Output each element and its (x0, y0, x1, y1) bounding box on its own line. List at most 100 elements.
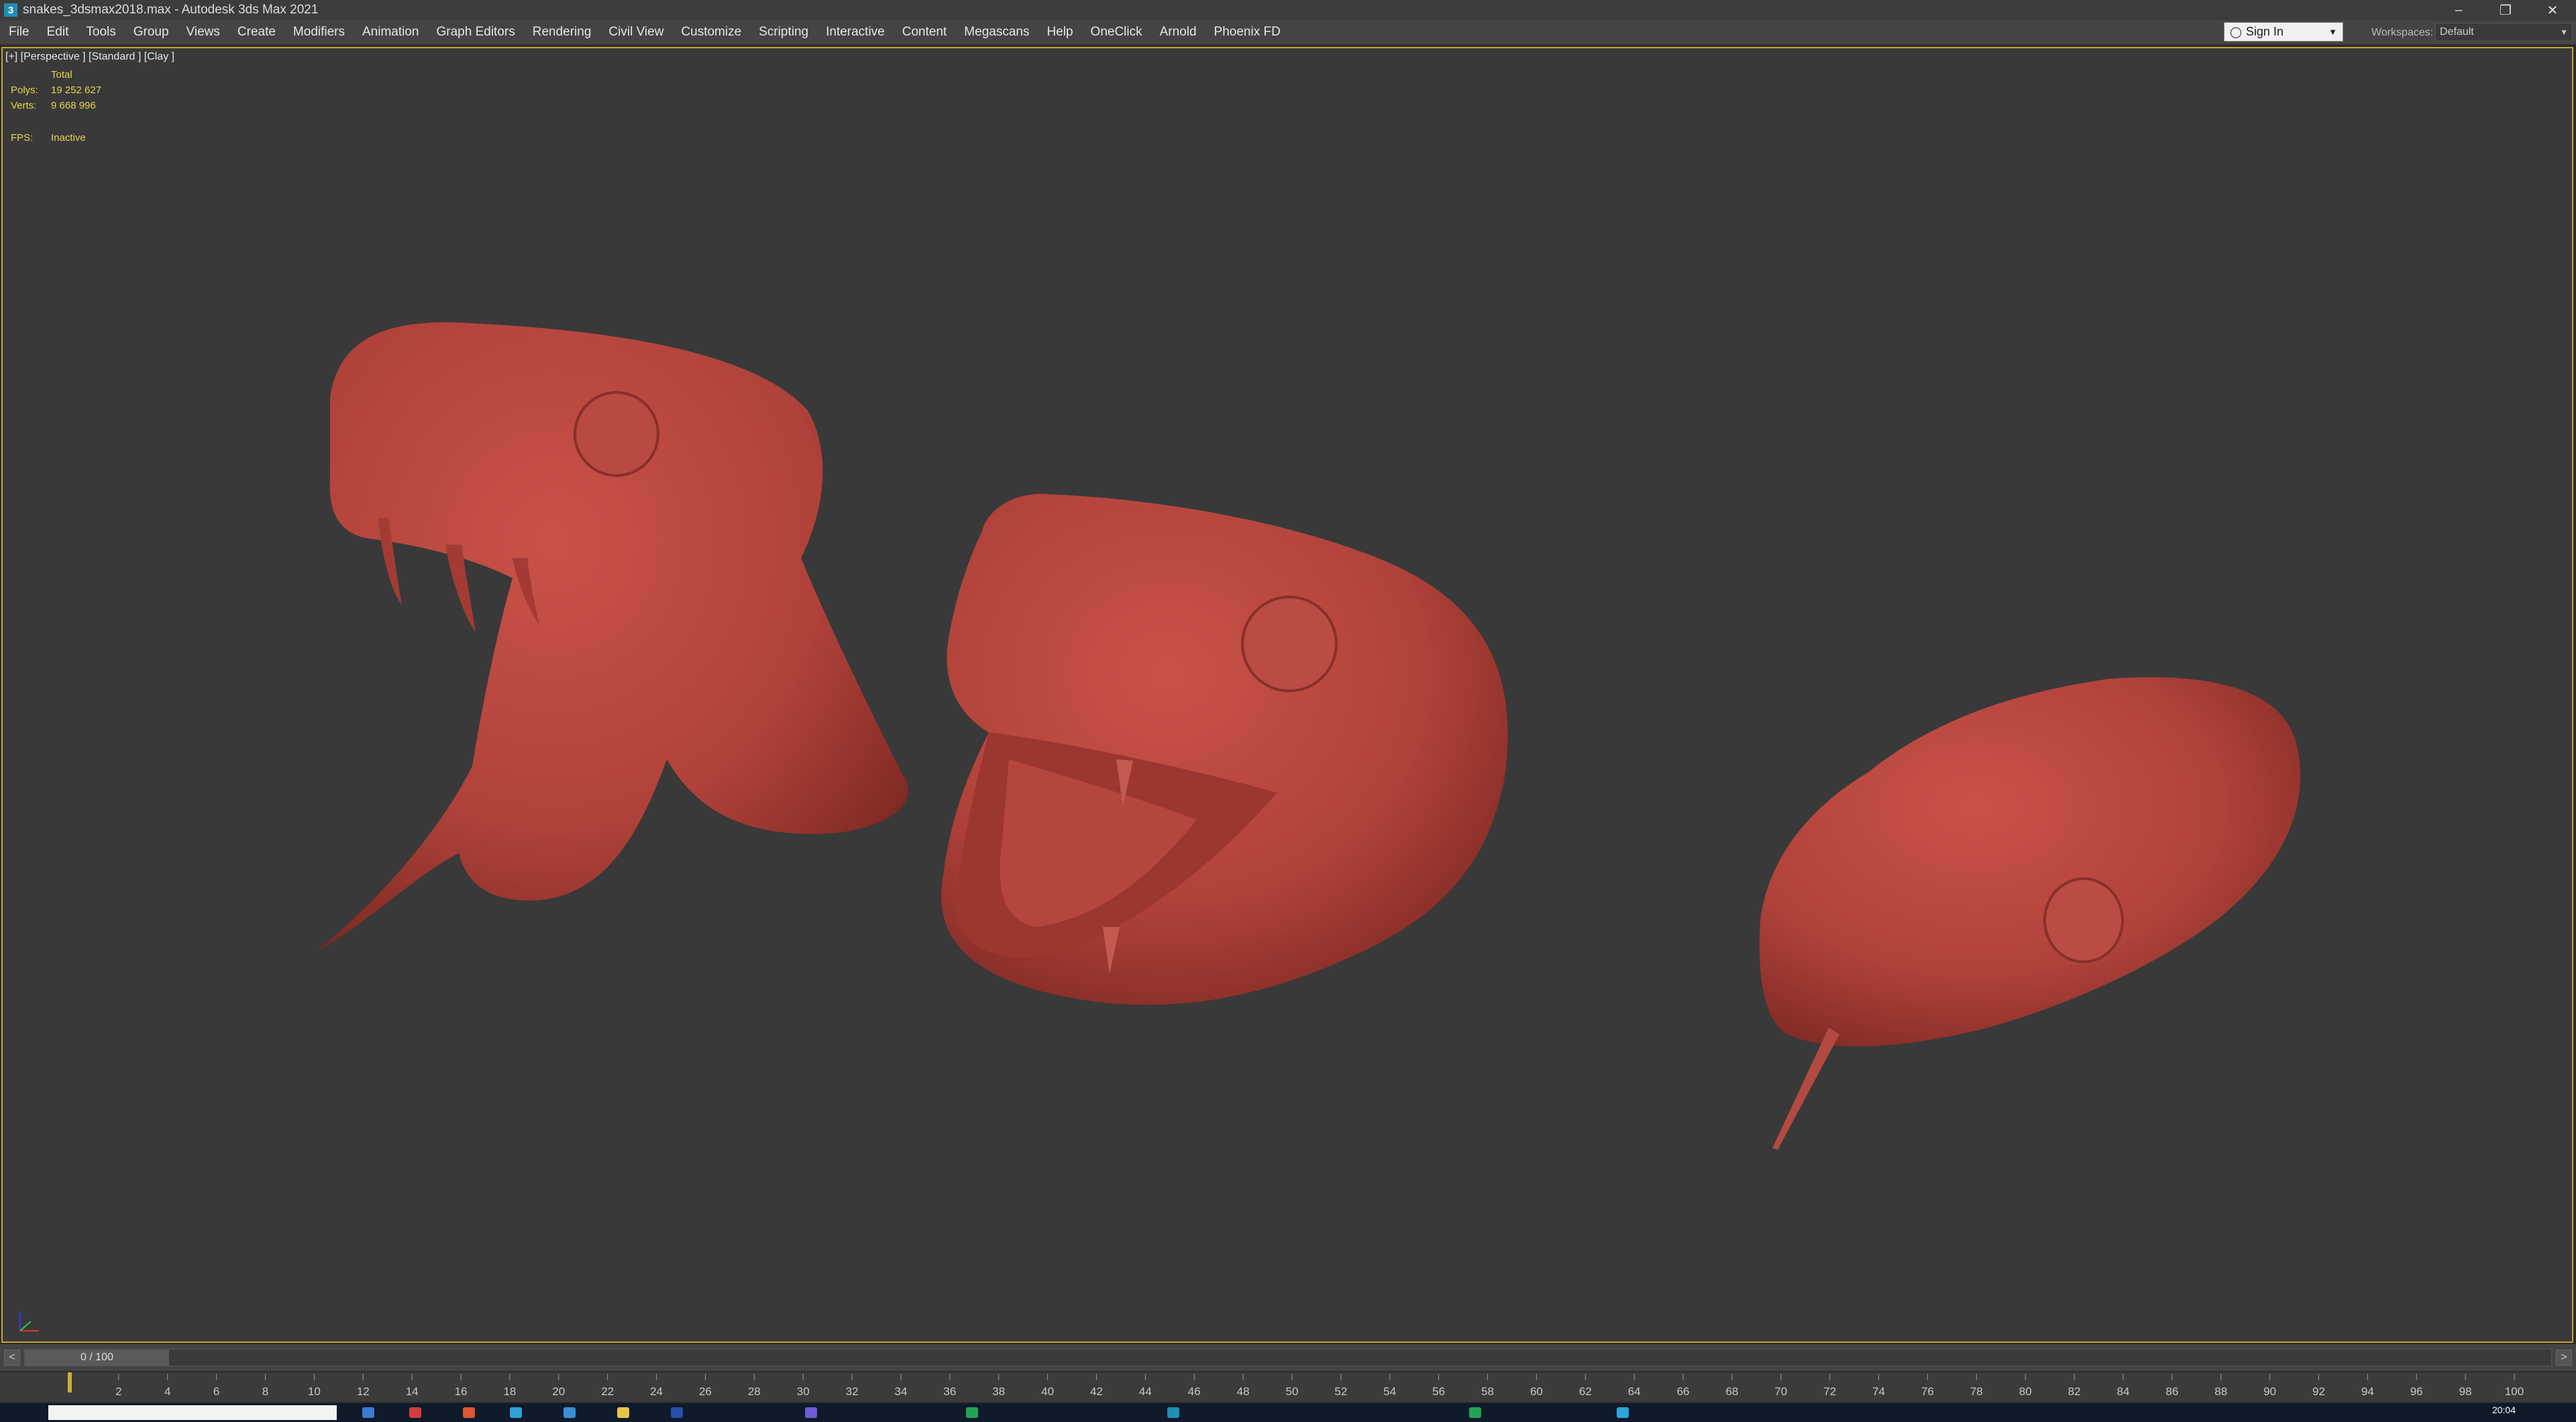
taskbar-app-icon[interactable] (409, 1407, 421, 1418)
ruler-tick-label: 26 (699, 1385, 712, 1398)
ruler-tick-label: 2 (115, 1385, 121, 1398)
ruler-tick-label: 84 (2116, 1385, 2129, 1398)
3ds-max-app-icon: 3 (4, 3, 17, 17)
taskbar-app-icon[interactable] (617, 1407, 629, 1418)
snake-head-left[interactable] (318, 322, 908, 950)
time-slider-bar: < 0 / 100 > (0, 1344, 2576, 1371)
ruler-tick-label: 18 (503, 1385, 516, 1398)
chevron-down-icon: ▼ (2328, 27, 2337, 37)
ruler-tick-label: 56 (1432, 1385, 1445, 1398)
restore-icon[interactable]: ❐ (2482, 0, 2529, 20)
minimize-icon[interactable]: – (2435, 0, 2482, 20)
viewport-label[interactable]: [+] [Perspective ] [Standard ] [Clay ] (5, 51, 174, 63)
menu-views[interactable]: Views (178, 25, 229, 40)
ruler-tick-label: 48 (1237, 1385, 1250, 1398)
snake-head-right[interactable] (1759, 677, 2300, 1150)
menu-content[interactable]: Content (894, 25, 956, 40)
ruler-tick-label: 44 (1139, 1385, 1152, 1398)
ruler-ticks: 2 4 6 8 10 12 14 16 18 20 22 24 26 28 30 32 34 36 38 40 42 44… (68, 1372, 2524, 1398)
prev-frame-button[interactable]: < (4, 1350, 20, 1366)
current-frame-marker[interactable] (68, 1372, 72, 1392)
ruler-tick-label: 100 (2505, 1385, 2524, 1398)
ruler-tick-label: 76 (1921, 1385, 1934, 1398)
menu-animation[interactable]: Animation (354, 25, 428, 40)
menu-tools[interactable]: Tools (77, 25, 124, 40)
ruler-tick-label: 24 (650, 1385, 663, 1398)
menu-customize[interactable]: Customize (672, 25, 750, 40)
menu-graph-editors[interactable]: Graph Editors (428, 25, 524, 40)
taskbar-app-icon[interactable] (362, 1407, 374, 1418)
ruler-tick-label: 32 (846, 1385, 859, 1398)
menu-scripting[interactable]: Scripting (750, 25, 817, 40)
sign-in-dropdown[interactable]: ◯ Sign In ▼ (2224, 22, 2343, 42)
menu-edit[interactable]: Edit (38, 25, 78, 40)
ruler-tick-label: 94 (2361, 1385, 2374, 1398)
taskbar-app-icon[interactable] (1617, 1407, 1629, 1418)
ruler-tick-label: 50 (1286, 1385, 1299, 1398)
ruler-tick-label: 16 (455, 1385, 468, 1398)
ruler-tick-label: 78 (1970, 1385, 1983, 1398)
menu-phoenix-fd[interactable]: Phoenix FD (1205, 25, 1289, 40)
ruler-tick-label: 30 (797, 1385, 810, 1398)
taskbar-search-input[interactable] (48, 1405, 337, 1420)
ruler-tick-label: 96 (2410, 1385, 2423, 1398)
fps-value: Inactive (51, 132, 86, 144)
time-slider-knob[interactable]: 0 / 100 (25, 1350, 169, 1366)
taskbar-app-icon[interactable] (564, 1407, 576, 1418)
ruler-tick-label: 68 (1725, 1385, 1738, 1398)
taskbar-app-icon[interactable] (805, 1407, 817, 1418)
next-frame-button[interactable]: > (2556, 1350, 2572, 1366)
statistics-overlay: Total Polys: 19 252 627 Verts: 9 668 996 F… (11, 67, 101, 146)
ruler-tick-label: 28 (748, 1385, 761, 1398)
viewport-scene (318, 322, 2300, 1150)
ruler-tick-label: 92 (2312, 1385, 2325, 1398)
time-slider-track[interactable]: 0 / 100 (24, 1349, 2552, 1366)
menu-help[interactable]: Help (1038, 25, 1081, 40)
ruler-tick-label: 38 (992, 1385, 1005, 1398)
verts-label: Verts: (11, 100, 37, 111)
perspective-viewport[interactable]: [+] [Perspective ] [Standard ] [Clay ] T… (1, 47, 2573, 1343)
menu-file[interactable]: File (0, 25, 38, 40)
menu-oneclick[interactable]: OneClick (1082, 25, 1151, 40)
taskbar-app-icon[interactable] (510, 1407, 522, 1418)
taskbar-app-icon[interactable] (966, 1407, 978, 1418)
stats-total-header: Total (51, 69, 72, 80)
ruler-tick-label: 4 (164, 1385, 170, 1398)
polys-value: 19 252 627 (51, 85, 102, 96)
ruler-tick-label: 62 (1579, 1385, 1592, 1398)
ruler-tick-label: 74 (1872, 1385, 1885, 1398)
ruler-tick-label: 10 (308, 1385, 321, 1398)
menu-megascans[interactable]: Megascans (955, 25, 1038, 40)
snake-head-center[interactable] (941, 494, 1508, 1005)
workspaces-label: Workspaces: (2371, 27, 2434, 38)
ruler-tick-label: 46 (1188, 1385, 1201, 1398)
ruler-tick-label: 54 (1383, 1385, 1396, 1398)
track-bar-ruler[interactable]: 2 4 6 8 10 12 14 16 18 20 22 24 26 28 30 32 34 36 38 40 42 44… (0, 1372, 2576, 1402)
chevron-down-icon: ▼ (2560, 28, 2568, 37)
menu-bar: File Edit Tools Group Views Create Modif… (0, 20, 2576, 45)
close-icon[interactable]: ✕ (2529, 0, 2576, 20)
workspaces-dropdown[interactable]: Default ▼ (2435, 23, 2573, 42)
taskbar-app-icon[interactable] (1469, 1407, 1481, 1418)
menu-interactive[interactable]: Interactive (817, 25, 894, 40)
menu-create[interactable]: Create (229, 25, 284, 40)
ruler-tick-label: 88 (2214, 1385, 2227, 1398)
ruler-tick-label: 52 (1334, 1385, 1347, 1398)
menu-group[interactable]: Group (125, 25, 178, 40)
menu-civil-view[interactable]: Civil View (600, 25, 672, 40)
menu-arnold[interactable]: Arnold (1151, 25, 1205, 40)
ruler-tick-label: 42 (1090, 1385, 1103, 1398)
taskbar-app-icon[interactable] (1167, 1407, 1179, 1418)
fps-label: FPS: (11, 132, 34, 144)
ruler-tick-label: 80 (2019, 1385, 2032, 1398)
ruler-tick-label: 90 (2263, 1385, 2276, 1398)
taskbar-app-icon[interactable] (463, 1407, 475, 1418)
workspaces-value: Default (2440, 26, 2474, 38)
taskbar-app-icon[interactable] (671, 1407, 683, 1418)
windows-taskbar: 20:04 (0, 1403, 2576, 1422)
menu-modifiers[interactable]: Modifiers (284, 25, 354, 40)
ruler-tick-label: 72 (1823, 1385, 1836, 1398)
ruler-tick-label: 14 (406, 1385, 419, 1398)
ruler-tick-label: 6 (213, 1385, 219, 1398)
menu-rendering[interactable]: Rendering (524, 25, 600, 40)
